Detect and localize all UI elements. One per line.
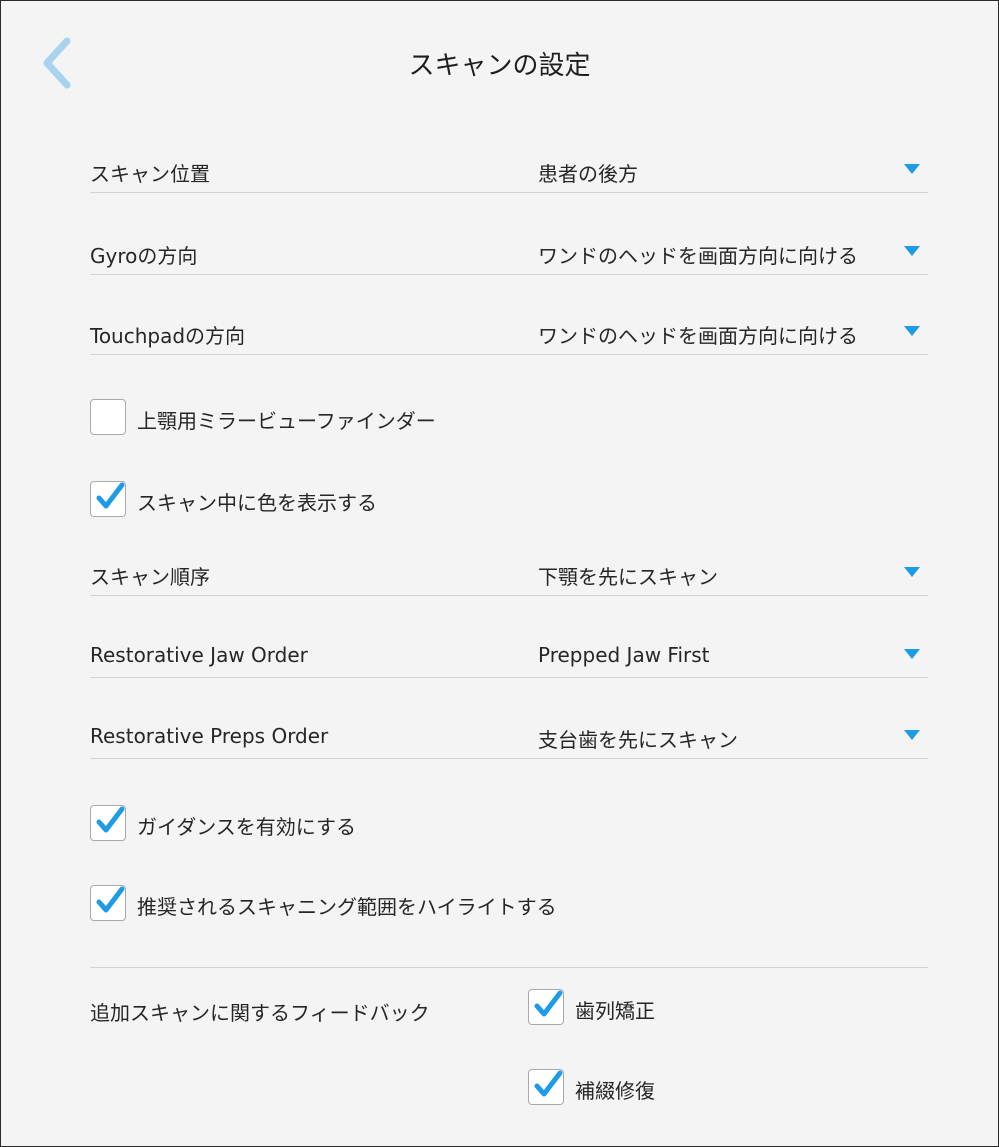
- settings-panel: スキャンの設定 スキャン位置 患者の後方 Gyroの方向 ワンドのヘッドを画面方…: [0, 0, 999, 1147]
- touchpad-direction-row: Touchpadの方向 ワンドのヘッドを画面方向に向ける: [90, 310, 928, 355]
- touchpad-direction-dropdown[interactable]: ワンドのヘッドを画面方向に向ける: [538, 310, 928, 354]
- caret-down-icon: [904, 246, 920, 256]
- checkmark-icon: [96, 886, 125, 913]
- checkbox-box: [528, 989, 564, 1025]
- scan-position-value: 患者の後方: [538, 162, 638, 186]
- enable-guidance-label: ガイダンスを有効にする: [137, 815, 356, 839]
- caret-down-icon: [904, 326, 920, 336]
- scan-order-dropdown[interactable]: 下顎を先にスキャン: [538, 551, 928, 595]
- gyro-direction-row: Gyroの方向 ワンドのヘッドを画面方向に向ける: [90, 230, 928, 275]
- page-title: スキャンの設定: [408, 51, 591, 81]
- orthodontic-feedback-label: 歯列矯正: [575, 999, 655, 1023]
- scan-order-value: 下顎を先にスキャン: [538, 565, 718, 589]
- show-color-label: スキャン中に色を表示する: [137, 491, 377, 515]
- checkbox-box: [90, 399, 126, 435]
- gyro-direction-dropdown[interactable]: ワンドのヘッドを画面方向に向ける: [538, 230, 928, 274]
- checkbox-box: [528, 1069, 564, 1105]
- scan-position-label: スキャン位置: [90, 162, 210, 186]
- mirror-viewfinder-label: 上顎用ミラービューファインダー: [137, 409, 436, 433]
- section-divider: [90, 967, 928, 968]
- touchpad-direction-value: ワンドのヘッドを画面方向に向ける: [538, 324, 858, 348]
- checkmark-icon: [96, 806, 125, 833]
- restorative-jaw-order-dropdown[interactable]: Prepped Jaw First: [538, 633, 928, 677]
- restorative-jaw-order-row: Restorative Jaw Order Prepped Jaw First: [90, 633, 928, 678]
- caret-down-icon: [904, 730, 920, 740]
- highlight-range-label: 推奨されるスキャニング範囲をハイライトする: [137, 895, 557, 919]
- touchpad-direction-label: Touchpadの方向: [90, 324, 246, 348]
- restorative-preps-order-row: Restorative Preps Order 支台歯を先にスキャン: [90, 714, 928, 759]
- caret-down-icon: [904, 567, 920, 577]
- restorative-preps-order-value: 支台歯を先にスキャン: [538, 728, 738, 752]
- scan-order-label: スキャン順序: [90, 565, 210, 589]
- restorative-jaw-order-label: Restorative Jaw Order: [90, 643, 308, 667]
- caret-down-icon: [904, 164, 920, 174]
- restorative-feedback-label: 補綴修復: [575, 1079, 655, 1103]
- restorative-preps-order-dropdown[interactable]: 支台歯を先にスキャン: [538, 714, 928, 758]
- checkmark-icon: [96, 482, 125, 509]
- checkmark-icon: [534, 990, 563, 1017]
- scan-position-row: スキャン位置 患者の後方: [90, 148, 928, 193]
- checkbox-box: [90, 481, 126, 517]
- scan-position-dropdown[interactable]: 患者の後方: [538, 148, 928, 192]
- restorative-preps-order-label: Restorative Preps Order: [90, 724, 329, 748]
- feedback-label: 追加スキャンに関するフィードバック: [90, 1001, 430, 1025]
- caret-down-icon: [904, 649, 920, 659]
- checkmark-icon: [534, 1070, 563, 1097]
- restorative-jaw-order-value: Prepped Jaw First: [538, 643, 710, 667]
- checkbox-box: [90, 805, 126, 841]
- gyro-direction-value: ワンドのヘッドを画面方向に向ける: [538, 244, 858, 268]
- gyro-direction-label: Gyroの方向: [90, 244, 198, 268]
- scan-order-row: スキャン順序 下顎を先にスキャン: [90, 551, 928, 596]
- checkbox-box: [90, 885, 126, 921]
